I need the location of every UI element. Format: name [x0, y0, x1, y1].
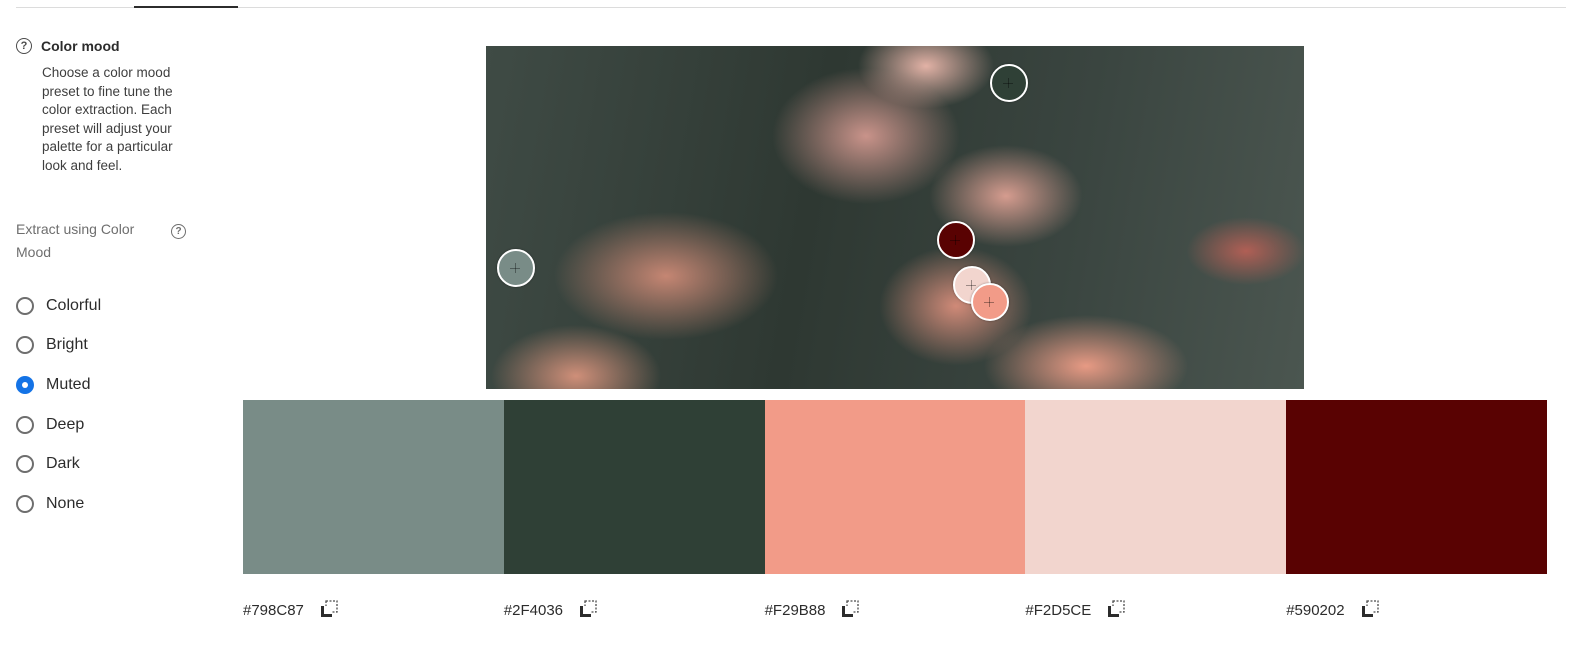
- copy-icon[interactable]: [1359, 600, 1381, 620]
- color-picker-handle-2[interactable]: [497, 249, 535, 287]
- palette-swatch-3[interactable]: [764, 400, 1026, 574]
- hex-code-row: #798C87 #2F4036 #F29B88 #F2D5CE #590202: [243, 598, 1547, 622]
- extract-mood-label: Extract using Color Mood: [16, 221, 135, 260]
- source-photo-roses: [486, 46, 1304, 389]
- radio-label: Bright: [46, 336, 88, 354]
- radio-bright[interactable]: Bright: [16, 326, 101, 366]
- radio-label: Deep: [46, 415, 85, 433]
- radio-none[interactable]: None: [16, 484, 101, 524]
- palette-swatch-5[interactable]: [1286, 400, 1547, 574]
- copy-icon[interactable]: [318, 600, 340, 620]
- hex-code[interactable]: #F2D5CE: [1025, 602, 1091, 619]
- radio-dark[interactable]: Dark: [16, 444, 101, 484]
- color-palette: [243, 400, 1547, 574]
- help-icon[interactable]: ?: [16, 38, 32, 54]
- color-mood-title: Color mood: [41, 38, 120, 54]
- hex-item-2: #2F4036: [504, 598, 765, 622]
- hex-code[interactable]: #2F4036: [504, 602, 563, 619]
- color-mood-radio-group: Colorful Bright Muted Deep Dark None: [16, 286, 101, 524]
- color-picker-handle-1[interactable]: [990, 64, 1028, 102]
- radio-button-selected[interactable]: [16, 375, 34, 394]
- radio-button[interactable]: [16, 494, 34, 513]
- radio-button[interactable]: [16, 415, 34, 434]
- color-picker-handle-3[interactable]: [937, 221, 975, 259]
- hex-item-1: #798C87: [243, 598, 504, 622]
- radio-label: Muted: [46, 375, 91, 393]
- top-divider: [16, 7, 1566, 8]
- color-mood-sidebar: ? Color mood Choose a color mood preset …: [16, 36, 206, 513]
- hex-code[interactable]: #590202: [1286, 602, 1344, 619]
- hex-item-5: #590202: [1286, 598, 1547, 622]
- radio-button[interactable]: [16, 336, 34, 355]
- radio-colorful[interactable]: Colorful: [16, 286, 101, 326]
- color-picker-handle-5[interactable]: [971, 283, 1009, 321]
- radio-label: Colorful: [46, 296, 102, 314]
- radio-label: None: [46, 494, 85, 512]
- hex-code[interactable]: #798C87: [243, 602, 304, 619]
- color-mood-description: Choose a color mood preset to fine tune …: [42, 65, 173, 173]
- radio-button[interactable]: [16, 455, 34, 474]
- hex-code[interactable]: #F29B88: [765, 602, 826, 619]
- extract-help-icon[interactable]: ?: [171, 224, 186, 239]
- radio-muted[interactable]: Muted: [16, 365, 101, 405]
- palette-swatch-2[interactable]: [503, 400, 765, 574]
- hex-item-3: #F29B88: [765, 598, 1026, 622]
- copy-icon[interactable]: [577, 600, 599, 620]
- radio-deep[interactable]: Deep: [16, 405, 101, 445]
- palette-swatch-1[interactable]: [243, 400, 504, 574]
- extract-mood-row: Extract using Color Mood ?: [16, 218, 206, 264]
- radio-label: Dark: [46, 455, 80, 473]
- copy-icon[interactable]: [1105, 600, 1127, 620]
- hex-item-4: #F2D5CE: [1025, 598, 1286, 622]
- color-mood-header: ? Color mood: [16, 36, 206, 56]
- palette-swatch-4[interactable]: [1025, 400, 1287, 574]
- radio-button[interactable]: [16, 296, 34, 315]
- copy-icon[interactable]: [839, 600, 861, 620]
- active-tab-indicator: [134, 6, 238, 8]
